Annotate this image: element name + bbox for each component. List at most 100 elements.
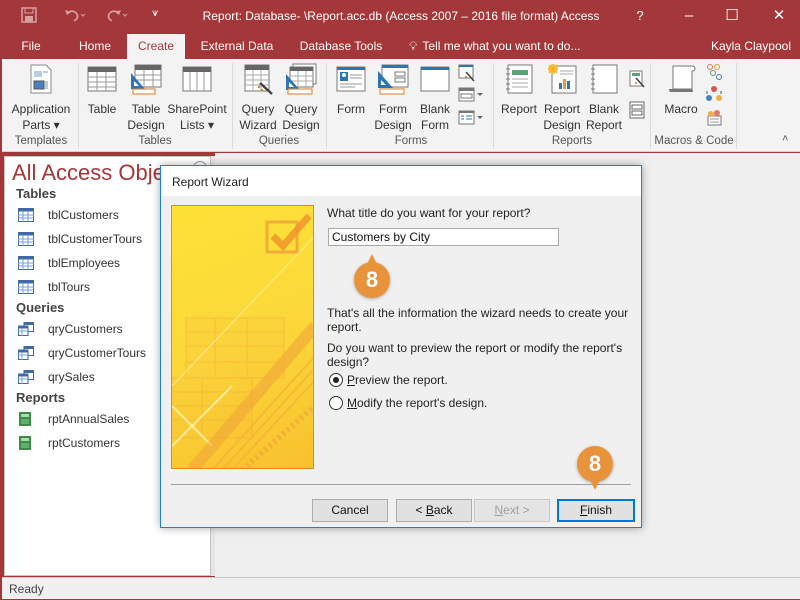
query-design-button[interactable]: Query Design (280, 63, 322, 133)
table-icon (18, 280, 34, 294)
status-text: Ready (9, 582, 44, 596)
info-text-line1: That's all the information the wizard ne… (327, 306, 629, 320)
form-button[interactable]: Form (331, 63, 371, 117)
step-callout-title: 8 (354, 254, 390, 298)
tell-me-box[interactable]: 💡︎ Tell me what you want to do... (409, 34, 581, 59)
group-label-queries: Queries (258, 135, 300, 147)
query-icon (18, 370, 34, 384)
tab-home[interactable]: Home (69, 34, 121, 59)
navigation-icon[interactable] (458, 86, 484, 104)
group-separator (650, 63, 651, 149)
help-button[interactable]: ? (622, 4, 658, 28)
ribbon-tabs: File Home Create External Data Database … (1, 34, 800, 59)
prompt-text-line1: Do you want to preview the report or mod… (327, 341, 623, 355)
form-icon (335, 63, 367, 95)
form-design-icon (377, 63, 409, 95)
report-icon (503, 63, 535, 95)
query-design-icon (285, 63, 317, 95)
group-label-templates: Templates (14, 135, 68, 147)
tab-database-tools[interactable]: Database Tools (289, 34, 393, 59)
query-icon (18, 322, 34, 336)
report-design-button[interactable]: Report Design (540, 63, 584, 133)
sharepoint-lists-icon (181, 63, 213, 95)
blank-report-button[interactable]: Blank Report (584, 63, 624, 133)
report-wizard-dialog: Report Wizard What title do you want for… (160, 165, 642, 528)
dialog-title-bar[interactable]: Report Wizard (161, 166, 641, 196)
group-label-macros-code: Macros & Code (654, 135, 734, 147)
macro-icon (665, 63, 697, 95)
finish-button[interactable]: Finish (557, 499, 635, 522)
group-label-tables: Tables (138, 135, 172, 147)
table-icon (18, 232, 34, 246)
collapse-ribbon-button[interactable]: ˄ (782, 133, 788, 145)
tab-file[interactable]: File (11, 34, 51, 59)
form-wizard-icon[interactable] (458, 64, 476, 82)
report-title-input[interactable] (328, 228, 559, 246)
query-wizard-button[interactable]: Query Wizard (237, 63, 279, 133)
form-design-button[interactable]: Form Design (372, 63, 414, 133)
status-bar: Ready (2, 577, 800, 599)
macro-button[interactable]: Macro (659, 63, 703, 117)
title-bar: ⩛ Report: Database- \Report.acc.db (Acce… (1, 0, 800, 34)
tab-external-data[interactable]: External Data (195, 34, 279, 59)
lightbulb-icon: 💡︎ (409, 39, 418, 53)
table-icon (86, 63, 118, 95)
module-icon[interactable] (705, 63, 723, 81)
sharepoint-lists-button[interactable]: SharePoint Lists ▾ (166, 63, 228, 133)
table-button[interactable]: Table (82, 63, 122, 117)
report-icon (18, 436, 34, 450)
next-button[interactable]: Next > (474, 499, 550, 522)
table-icon (18, 256, 34, 270)
report-icon (18, 412, 34, 426)
visual-basic-icon[interactable] (705, 108, 723, 126)
access-window: ⩛ Report: Database- \Report.acc.db (Acce… (0, 0, 800, 600)
nav-section-queries[interactable]: Queries (16, 300, 64, 315)
report-button[interactable]: Report (498, 63, 540, 117)
group-separator (78, 63, 79, 149)
group-separator (326, 63, 327, 149)
radio-unselected-icon[interactable] (329, 396, 343, 410)
dialog-separator (171, 484, 631, 485)
report-design-icon (546, 63, 578, 95)
user-name[interactable]: Kayla Claypool (711, 34, 791, 59)
prompt-text-line2: design? (327, 355, 370, 369)
blank-form-button[interactable]: Blank Form (415, 63, 455, 133)
blank-form-icon (419, 63, 451, 95)
query-icon (18, 346, 34, 360)
table-icon (18, 208, 34, 222)
wizard-illustration (171, 205, 314, 469)
minimize-button[interactable]: – (671, 4, 707, 28)
application-parts-icon (25, 63, 57, 95)
group-label-forms: Forms (394, 135, 428, 147)
modify-design-label: Modify the report's design. (347, 396, 488, 410)
group-separator (736, 63, 737, 149)
blank-report-icon (588, 63, 620, 95)
nav-section-reports[interactable]: Reports (16, 390, 65, 405)
checkbox-check-icon (265, 213, 312, 254)
close-button[interactable]: ✕ (761, 4, 797, 28)
step-callout-finish: 8 (577, 446, 613, 490)
cancel-button[interactable]: Cancel (312, 499, 388, 522)
application-parts-button[interactable]: Application Parts ▾ (6, 63, 76, 133)
preview-report-label: Preview the report. (347, 373, 448, 387)
radio-selected-icon[interactable] (329, 373, 343, 387)
ribbon: Application Parts ▾ Templates Table Tabl… (2, 59, 800, 152)
labels-icon[interactable] (628, 101, 646, 119)
tell-me-text: Tell me what you want to do... (422, 39, 581, 53)
more-forms-icon[interactable] (458, 109, 484, 127)
query-wizard-icon (242, 63, 274, 95)
class-module-icon[interactable] (705, 85, 723, 103)
group-label-reports: Reports (551, 135, 593, 147)
back-button[interactable]: < Back (396, 499, 472, 522)
nav-section-tables[interactable]: Tables (16, 186, 56, 201)
group-separator (232, 63, 233, 149)
group-separator (493, 63, 494, 149)
tab-create[interactable]: Create (127, 34, 185, 59)
title-question: What title do you want for your report? (327, 206, 531, 220)
dialog-title: Report Wizard (172, 175, 249, 189)
report-wizard-icon[interactable] (628, 70, 646, 88)
table-design-button[interactable]: Table Design (124, 63, 168, 133)
table-design-icon (130, 63, 162, 95)
maximize-button[interactable]: ☐ (714, 4, 750, 28)
nav-pane-title[interactable]: All Access Obje... (12, 160, 183, 186)
